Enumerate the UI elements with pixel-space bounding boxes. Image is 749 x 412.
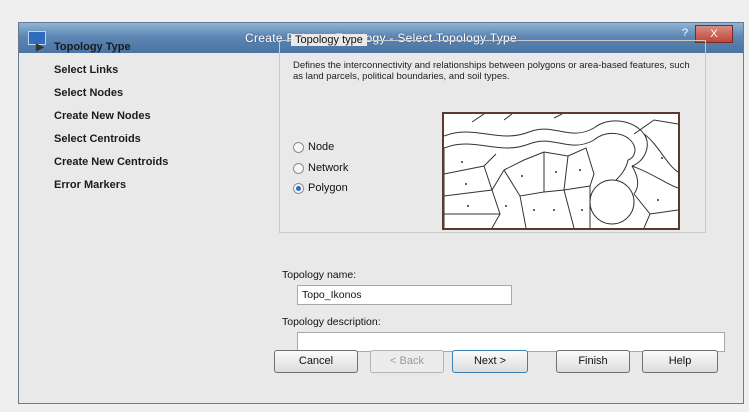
step-label: Create New Centroids [54,156,169,168]
topology-name-label: Topology name: [282,269,357,281]
step-label: Select Centroids [54,133,141,145]
step-create-new-centroids[interactable]: Create New Centroids [10,151,250,174]
cancel-button[interactable]: Cancel [274,350,358,373]
step-label: Select Links [54,64,119,76]
topology-description-input[interactable] [297,332,725,352]
back-button[interactable]: < Back [370,350,444,373]
step-label: Create New Nodes [54,110,151,122]
help-title-button[interactable]: ? [675,27,695,41]
finish-button[interactable]: Finish [556,350,630,373]
step-select-centroids[interactable]: Select Centroids [10,128,250,151]
step-error-markers[interactable]: Error Markers [10,174,250,197]
radio-node[interactable]: Node [293,141,334,157]
radio-label: Polygon [308,182,348,194]
radio-selected-icon [293,182,304,194]
step-label: Topology Type [54,41,131,53]
radio-network[interactable]: Network [293,162,348,178]
polygon-topology-illustration [442,112,680,230]
radio-label: Node [308,141,335,153]
step-label: Error Markers [54,179,127,191]
topology-description-label: Topology description: [282,316,381,328]
step-topology-type[interactable]: ▶ Topology Type [10,36,250,59]
polygon-map-icon [443,113,679,229]
wizard-steps: ▶ Topology Type Select Links Select Node… [10,36,250,197]
topology-type-description: Defines the interconnectivity and relati… [293,60,690,82]
step-select-links[interactable]: Select Links [10,59,250,82]
radio-label: Network [308,162,349,174]
step-select-nodes[interactable]: Select Nodes [10,82,250,105]
radio-unselected-icon [293,162,304,174]
radio-unselected-icon [293,141,304,153]
step-label: Select Nodes [54,87,124,99]
next-button[interactable]: Next > [452,350,528,373]
topology-type-legend: Topology type [291,34,367,46]
radio-polygon[interactable]: Polygon [293,182,348,198]
current-step-arrow-icon: ▶ [36,42,44,53]
topology-name-input[interactable]: Topo_Ikonos [297,285,512,305]
step-create-new-nodes[interactable]: Create New Nodes [10,105,250,128]
help-button[interactable]: Help [642,350,718,373]
